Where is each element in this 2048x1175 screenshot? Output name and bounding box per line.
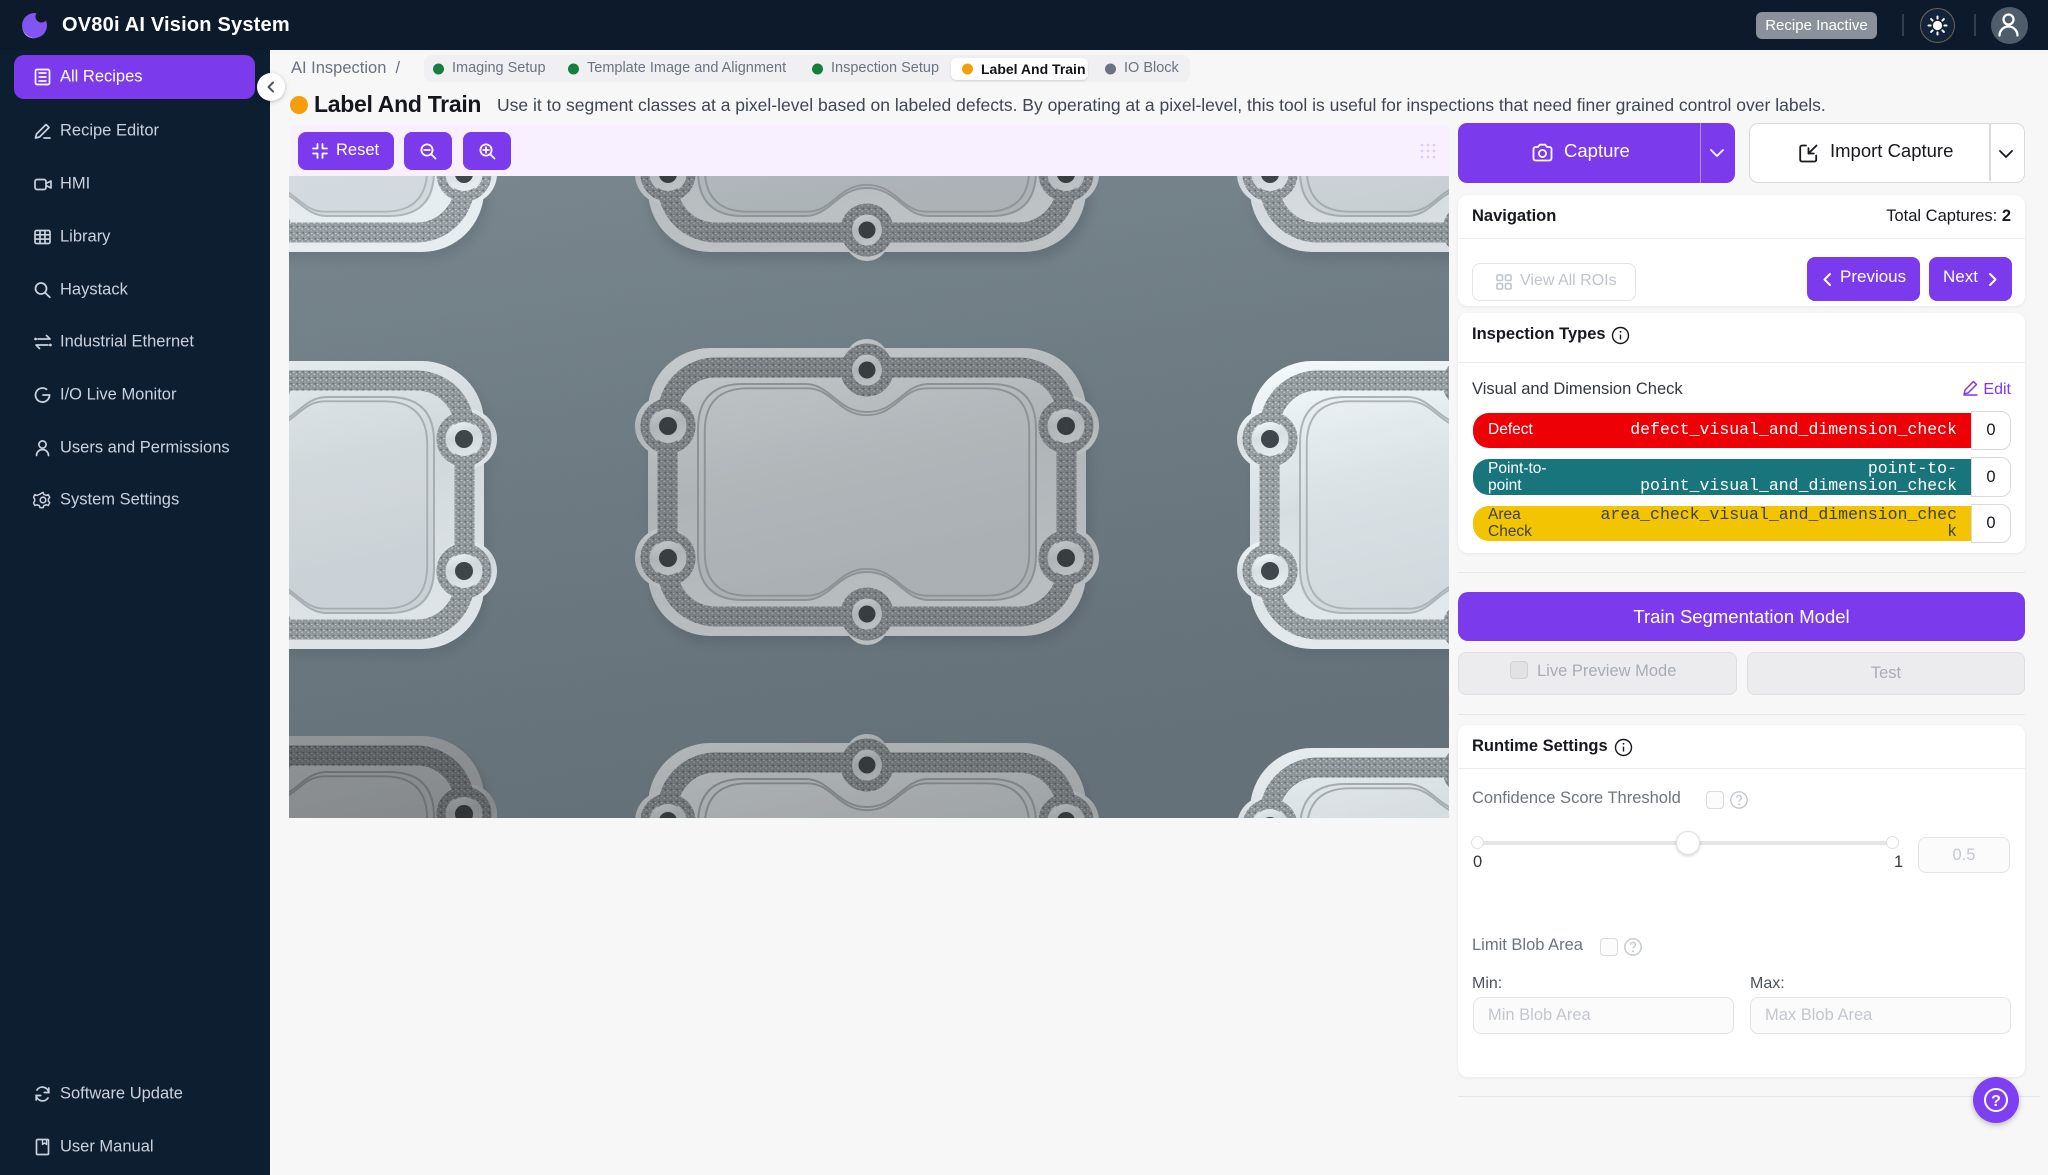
svg-text:?: ? — [1991, 1093, 2001, 1110]
